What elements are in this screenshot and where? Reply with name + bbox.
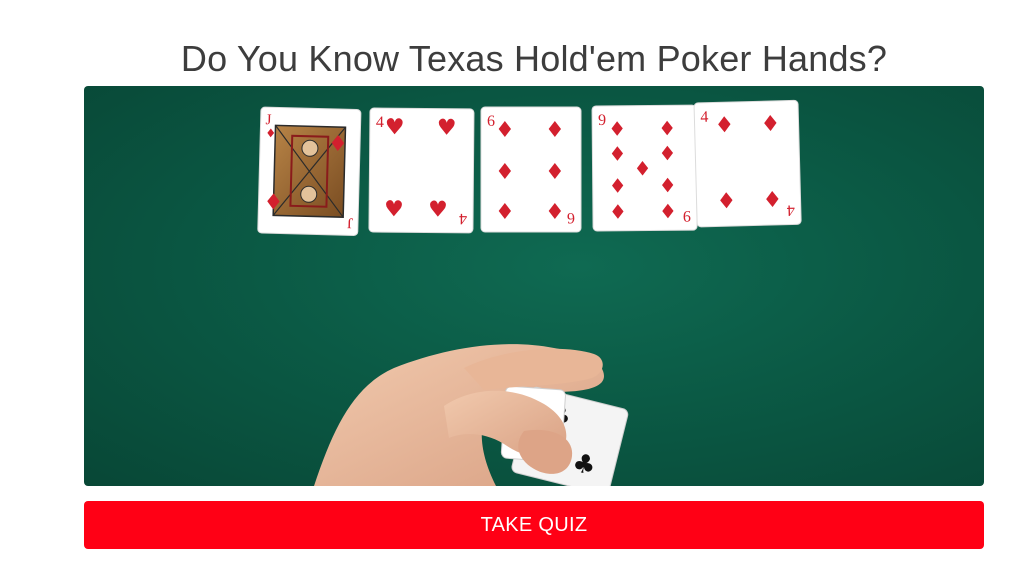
heart-icon: ♥ (428, 198, 448, 223)
svg-text:J: J (347, 214, 353, 230)
diamond-icon: ♦ (659, 199, 677, 223)
poker-scene: J ♦ ♦ ♦ J 4 ♥ ♥ ♥ ♥ 4 6 ♦ ♦ ♦ ♦ ♦ ♦ 6 9 … (257, 99, 802, 486)
diamond-icon: ♦ (545, 200, 565, 225)
diamond-icon: ♦ (495, 160, 515, 185)
page-title: Do You Know Texas Hold'em Poker Hands? (180, 38, 888, 80)
diamond-icon: ♦ (716, 189, 736, 215)
diamond-icon: ♦ (659, 173, 677, 197)
board-card-5-rank: 4 (700, 109, 708, 126)
diamond-icon: ♦ (545, 118, 565, 143)
diamond-icon: ♦ (760, 112, 780, 138)
diamond-icon: ♦ (633, 156, 651, 180)
diamond-icon: ♦ (658, 116, 676, 140)
diamond-icon: ♦ (495, 200, 515, 225)
heart-icon: ♥ (385, 115, 405, 140)
svg-text:9: 9 (683, 207, 691, 224)
heart-icon: ♥ (437, 116, 457, 141)
diamond-icon: ♦ (608, 117, 626, 141)
diamond-icon: ♦ (609, 200, 627, 224)
poker-table-image: J ♦ ♦ ♦ J 4 ♥ ♥ ♥ ♥ 4 6 ♦ ♦ ♦ ♦ ♦ ♦ 6 9 … (84, 86, 984, 486)
diamond-icon: ♦ (263, 190, 283, 216)
player-hand: 4 ♣ ♣ 4 ♠ (314, 344, 629, 486)
take-quiz-button[interactable]: TAKE QUIZ (84, 501, 984, 549)
board-card-1: J ♦ ♦ ♦ J (257, 106, 362, 236)
board-card-2: 4 ♥ ♥ ♥ ♥ 4 (368, 107, 475, 234)
svg-text:6: 6 (567, 209, 575, 226)
board-card-1-suit: ♦ (265, 126, 276, 140)
svg-text:4: 4 (787, 201, 795, 218)
board-card-3-rank: 6 (487, 113, 495, 130)
board-card-5: 4 ♦ ♦ ♦ ♦ 4 (693, 99, 802, 228)
diamond-icon: ♦ (658, 141, 676, 165)
svg-text:4: 4 (459, 210, 467, 227)
diamond-icon: ♦ (545, 160, 565, 185)
board-card-4: 9 ♦ ♦ ♦ ♦ ♦ ♦ ♦ ♦ ♦ 9 (591, 104, 698, 232)
board-card-4-rank: 9 (598, 112, 606, 129)
diamond-icon: ♦ (495, 118, 515, 143)
diamond-icon: ♦ (608, 142, 626, 166)
diamond-icon: ♦ (609, 174, 627, 198)
diamond-icon: ♦ (328, 132, 348, 158)
diamond-icon: ♦ (714, 113, 734, 139)
diamond-icon: ♦ (762, 188, 782, 214)
board-card-3: 6 ♦ ♦ ♦ ♦ ♦ ♦ 6 (480, 106, 582, 233)
board-card-2-rank: 4 (376, 114, 384, 131)
heart-icon: ♥ (384, 197, 404, 222)
